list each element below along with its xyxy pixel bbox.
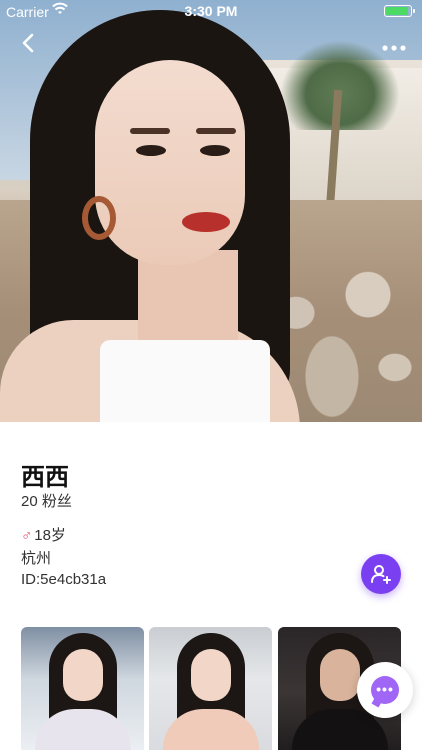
status-bar: Carrier 3:30 PM: [0, 0, 422, 22]
city-label: 杭州: [21, 550, 52, 567]
chat-dots-icon: •••: [376, 681, 394, 697]
photo-brow-right: [196, 128, 236, 134]
photo-earring: [82, 196, 116, 240]
more-horizontal-icon: [382, 45, 406, 51]
age-label: 18岁: [34, 527, 66, 544]
gallery-photo-face: [320, 649, 360, 701]
gallery-photo-face: [191, 649, 231, 701]
photo-lips: [182, 212, 230, 232]
photo-face: [95, 60, 245, 265]
more-button[interactable]: [378, 30, 410, 58]
photo-brow-left: [130, 128, 170, 134]
back-button[interactable]: [14, 30, 42, 58]
user-id-label: ID:5e4cb31a: [21, 571, 107, 588]
gallery-photo[interactable]: [21, 627, 144, 750]
photo-top: [100, 340, 270, 422]
follow-button[interactable]: [361, 554, 401, 594]
male-gender-icon: ♂: [21, 527, 33, 544]
photo-eye-right: [200, 145, 230, 156]
gallery-photo[interactable]: [149, 627, 272, 750]
profile-name: 西西: [21, 464, 69, 491]
gender-age-row: ♂ 18岁: [21, 524, 66, 545]
gallery-photo-face: [63, 649, 103, 701]
photo-eye-left: [136, 145, 166, 156]
battery-icon: [384, 5, 415, 17]
photo-gallery: [21, 627, 401, 750]
status-time: 3:30 PM: [184, 3, 238, 19]
follower-count: 20 粉丝: [21, 493, 72, 510]
chevron-left-icon: [22, 33, 34, 53]
profile-cover-photo: [0, 0, 422, 422]
add-user-icon: [371, 565, 391, 584]
chat-button[interactable]: •••: [357, 662, 413, 718]
battery-fill: [386, 7, 408, 15]
